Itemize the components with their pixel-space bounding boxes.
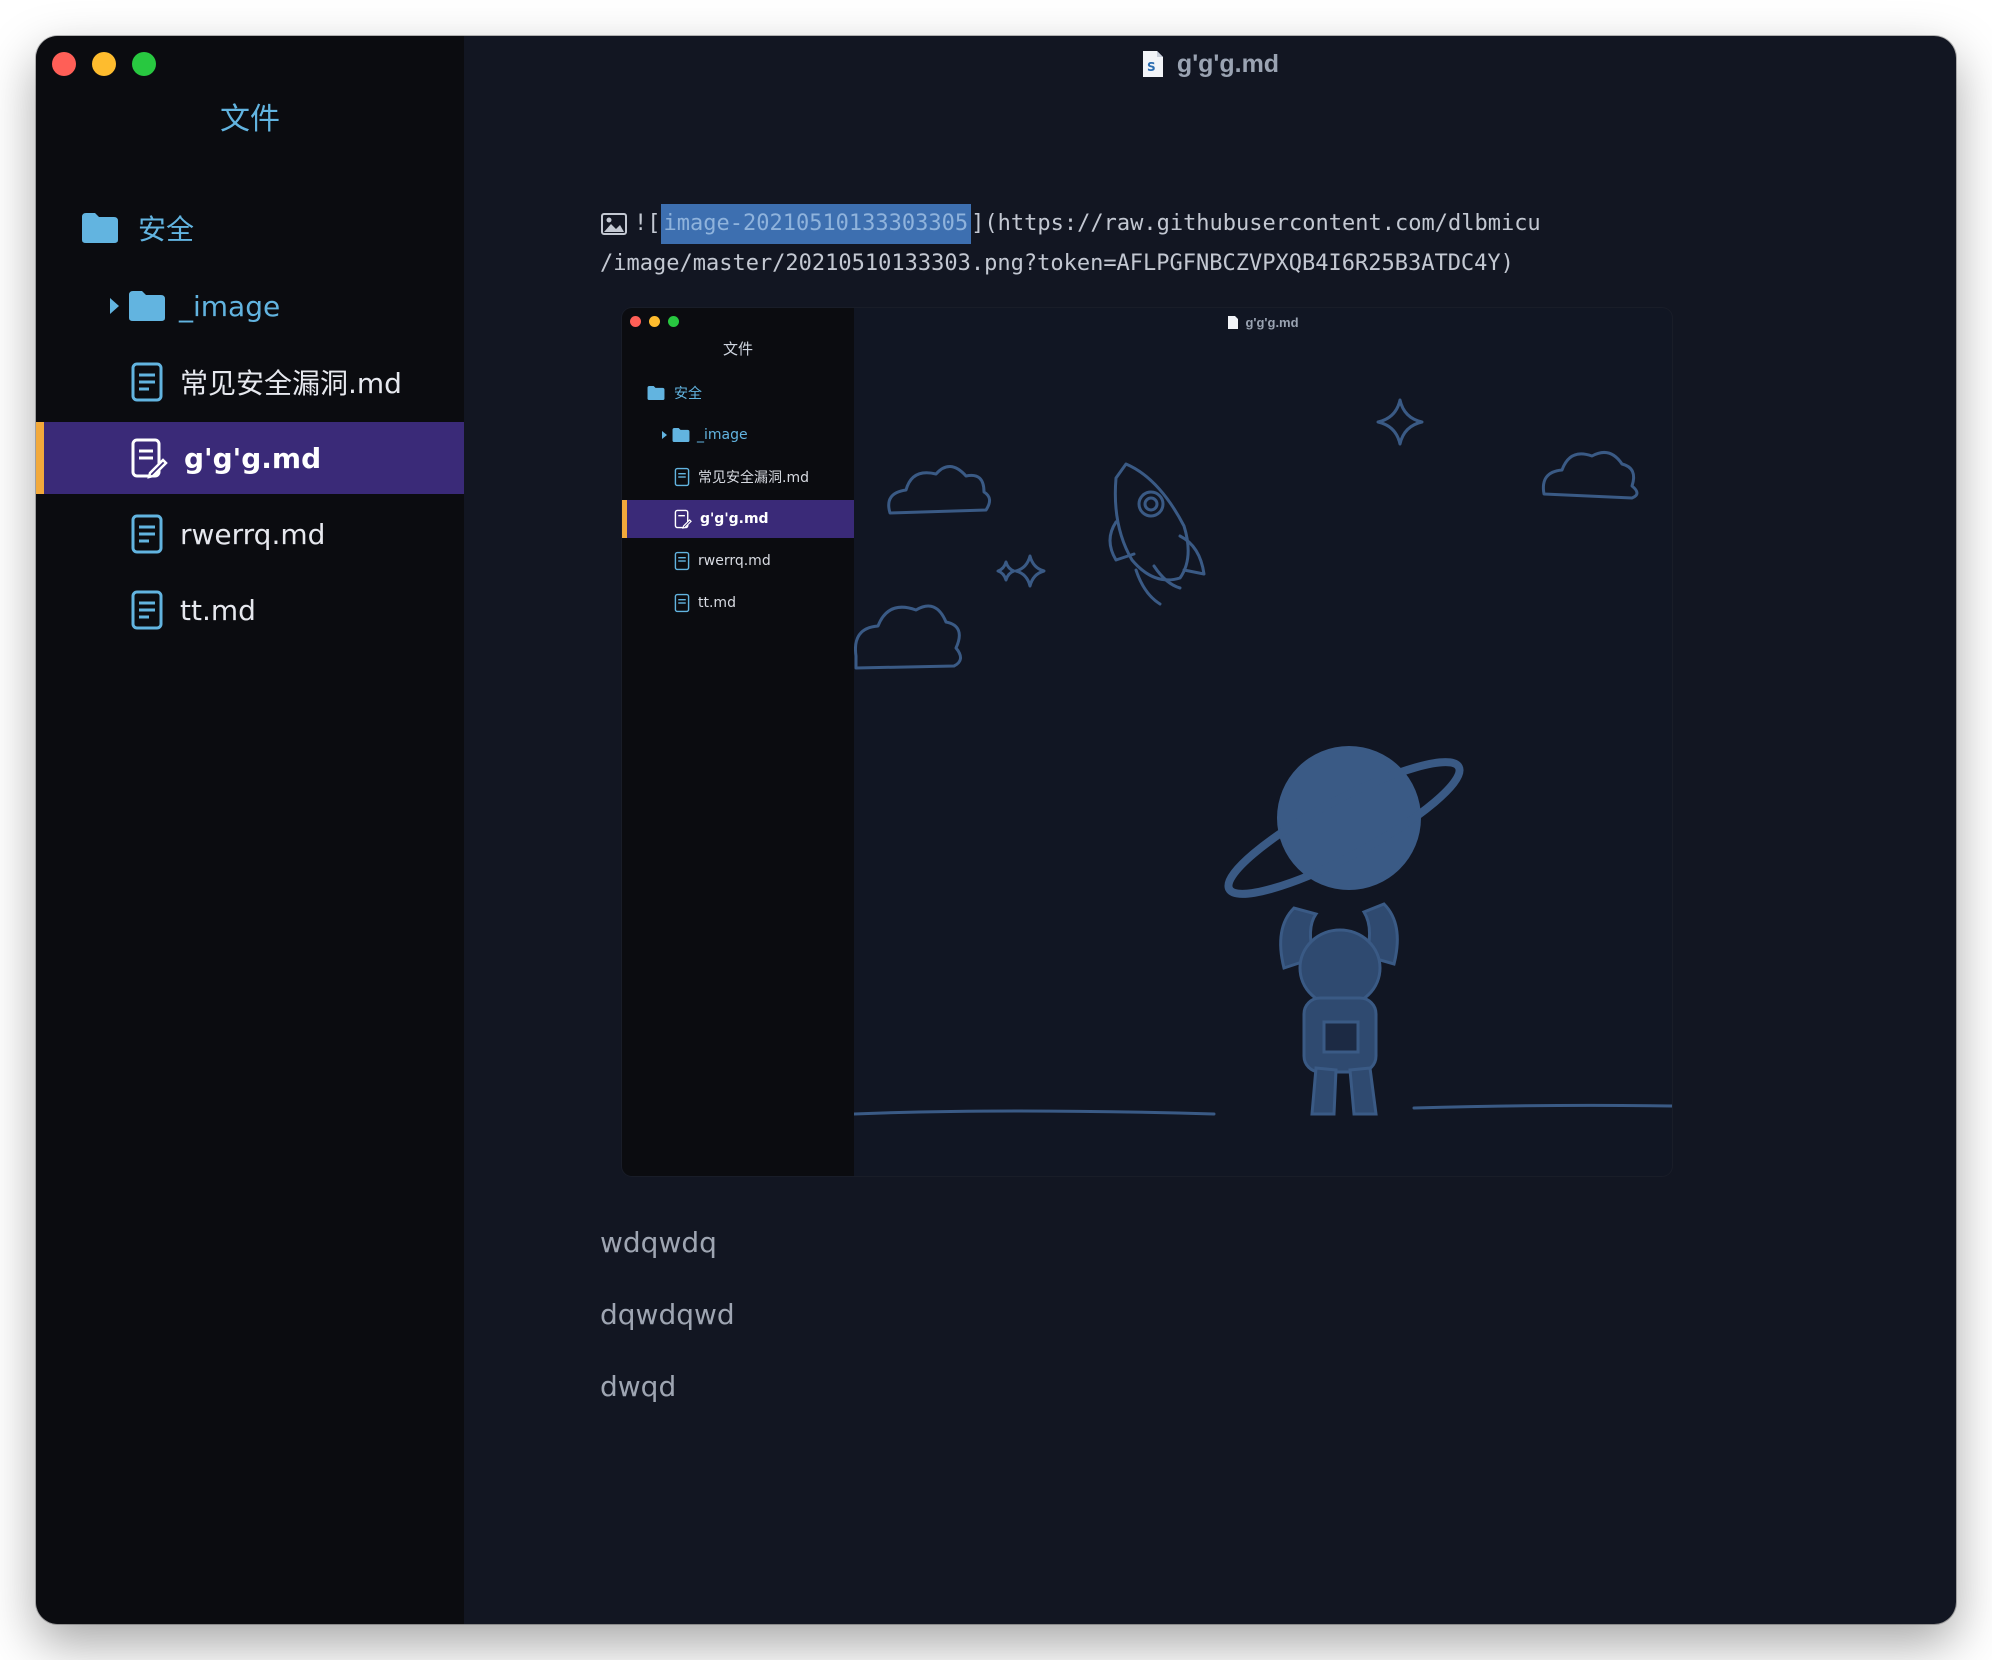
preview-item: tt.md bbox=[622, 584, 854, 622]
window-title: g'g'g.md bbox=[1176, 49, 1280, 78]
preview-minimize-dot bbox=[649, 316, 660, 327]
star-icon bbox=[1376, 398, 1424, 446]
preview-close-dot bbox=[630, 316, 641, 327]
markdown-image-prefix: ![ bbox=[634, 211, 661, 236]
image-markdown-source[interactable]: ![ image-20210510133303305 ](https://raw… bbox=[600, 204, 1720, 284]
document-icon bbox=[130, 513, 164, 555]
document-edit-icon bbox=[130, 437, 168, 479]
zoom-button[interactable] bbox=[132, 52, 156, 76]
sparkle-icon bbox=[996, 560, 1016, 582]
rocket-icon bbox=[1108, 462, 1206, 606]
markdown-image-url-part2: /image/master/20210510133303.png?token=A… bbox=[600, 251, 1514, 276]
svg-text:S: S bbox=[1147, 60, 1156, 74]
preview-item-label: rwerrq.md bbox=[698, 553, 771, 569]
sidebar-item-tt[interactable]: tt.md bbox=[36, 574, 464, 646]
folder-icon bbox=[127, 289, 167, 323]
window-titlebar: S g'g'g.md bbox=[464, 36, 1956, 92]
window-controls bbox=[52, 52, 156, 76]
markdown-file-icon: S bbox=[1141, 49, 1165, 79]
sparkle-icon bbox=[1014, 554, 1046, 588]
sidebar-item-security-folder[interactable]: 安全 bbox=[36, 192, 464, 264]
folder-icon bbox=[80, 211, 120, 245]
astronaut-icon bbox=[1279, 902, 1399, 1116]
paragraph[interactable]: dqwdqwd bbox=[600, 1298, 735, 1331]
minimize-button[interactable] bbox=[92, 52, 116, 76]
sidebar-item-common-vulns[interactable]: 常见安全漏洞.md bbox=[36, 346, 464, 418]
document-icon bbox=[130, 589, 164, 631]
selected-alt-text[interactable]: image-20210510133303305 bbox=[660, 204, 972, 244]
document-edit-icon bbox=[674, 509, 692, 529]
preview-item-label: _image bbox=[697, 427, 748, 443]
sidebar-item-label: tt.md bbox=[180, 593, 256, 627]
preview-item: 常见安全漏洞.md bbox=[622, 458, 854, 496]
cloud-icon bbox=[1541, 450, 1639, 500]
image-icon bbox=[600, 212, 628, 236]
markdown-image-url-part1: ](https://raw.githubusercontent.com/dlbm… bbox=[971, 211, 1541, 236]
sidebar-item-image-folder[interactable]: _image bbox=[36, 270, 464, 342]
planet-icon bbox=[1224, 746, 1464, 898]
preview-sidebar: 文件 安全 _image 常见安全漏洞.md g'g'g.md rwerrq.m… bbox=[622, 308, 854, 1176]
paragraph[interactable]: wdqwdq bbox=[600, 1226, 717, 1259]
disclosure-triangle-icon[interactable] bbox=[110, 298, 119, 314]
paragraph[interactable]: dwqd bbox=[600, 1370, 676, 1403]
folder-icon bbox=[646, 385, 666, 401]
sidebar-item-label: g'g'g.md bbox=[184, 441, 322, 475]
sidebar-item-rwerrq[interactable]: rwerrq.md bbox=[36, 498, 464, 570]
sidebar-item-label: 常见安全漏洞.md bbox=[180, 367, 402, 400]
document-icon bbox=[130, 361, 164, 403]
file-sidebar: 文件 安全 _image 常见安全漏洞.md g'g'g.md rwerrq.m… bbox=[36, 36, 464, 1624]
preview-item: rwerrq.md bbox=[622, 542, 854, 580]
sidebar-item-label: 安全 bbox=[138, 213, 195, 246]
astronaut-illustration bbox=[854, 398, 1672, 1116]
preview-zoom-dot bbox=[668, 316, 679, 327]
preview-item-label: tt.md bbox=[698, 595, 736, 611]
sidebar-item-gggmd[interactable]: g'g'g.md bbox=[36, 422, 464, 494]
preview-item-label: 常见安全漏洞.md bbox=[698, 470, 809, 486]
app-window: 文件 安全 _image 常见安全漏洞.md g'g'g.md rwerrq.m… bbox=[36, 36, 1956, 1624]
preview-item-label: g'g'g.md bbox=[700, 511, 769, 527]
preview-item: 安全 bbox=[622, 374, 854, 412]
sidebar-title: 文件 bbox=[220, 102, 280, 137]
preview-item: _image bbox=[622, 416, 854, 454]
sidebar-item-label: _image bbox=[179, 289, 281, 323]
image-preview: 文件 安全 _image 常见安全漏洞.md g'g'g.md rwerrq.m… bbox=[622, 308, 1672, 1176]
disclosure-triangle-icon bbox=[662, 431, 667, 439]
preview-item-label: 安全 bbox=[674, 386, 702, 402]
document-icon bbox=[674, 551, 690, 571]
sidebar-item-label: rwerrq.md bbox=[180, 517, 326, 551]
document-icon bbox=[674, 593, 690, 613]
document-icon bbox=[674, 467, 690, 487]
preview-item-active: g'g'g.md bbox=[622, 500, 854, 538]
preview-sidebar-title: 文件 bbox=[722, 340, 753, 358]
cloud-icon bbox=[854, 604, 962, 670]
preview-window-controls bbox=[630, 316, 679, 327]
folder-icon bbox=[671, 427, 691, 443]
editor-content[interactable]: ![ image-20210510133303305 ](https://raw… bbox=[464, 92, 1956, 1624]
cloud-icon bbox=[887, 465, 991, 515]
close-button[interactable] bbox=[52, 52, 76, 76]
